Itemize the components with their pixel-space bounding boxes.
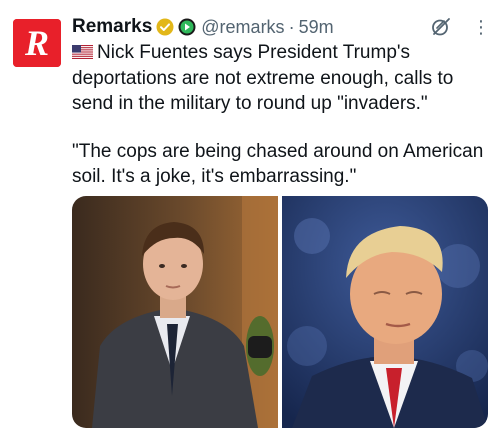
tweet-text: Nick Fuentes says President Trump's depo… [72,40,490,117]
photo-right[interactable] [282,196,488,428]
svg-text:R: R [24,23,49,63]
remarks-logo-icon: R [13,19,61,67]
tweet-header: Remarks @remarks · 59m [72,14,490,40]
grok-icon[interactable] [430,16,452,38]
timestamp[interactable]: 59m [299,17,334,38]
tweet[interactable]: R Remarks @remarks · 59m ⋮ Nick Fuentes … [0,0,500,440]
tweet-body: Remarks @remarks · 59m ⋮ Nick Fuentes sa… [72,14,490,190]
header-actions: ⋮ [430,16,490,38]
more-icon[interactable]: ⋮ [472,18,490,36]
verified-badge-icon [156,18,174,36]
tweet-media[interactable] [72,196,488,428]
separator-dot: · [288,16,295,37]
photo-left[interactable] [72,196,278,428]
tweet-paragraph-2: "The cops are being chased around on Ame… [72,140,489,188]
account-handle[interactable]: @remarks [201,17,284,38]
remarks-logo-avatar[interactable]: R [13,19,61,67]
us-flag-icon [72,45,93,59]
account-name[interactable]: Remarks [72,16,152,38]
photo-man-in-suit [72,196,278,428]
tweet-paragraph-1: Nick Fuentes says President Trump's depo… [72,42,459,114]
affiliate-badge-icon[interactable] [178,18,196,36]
photo-man-red-tie [282,196,488,428]
